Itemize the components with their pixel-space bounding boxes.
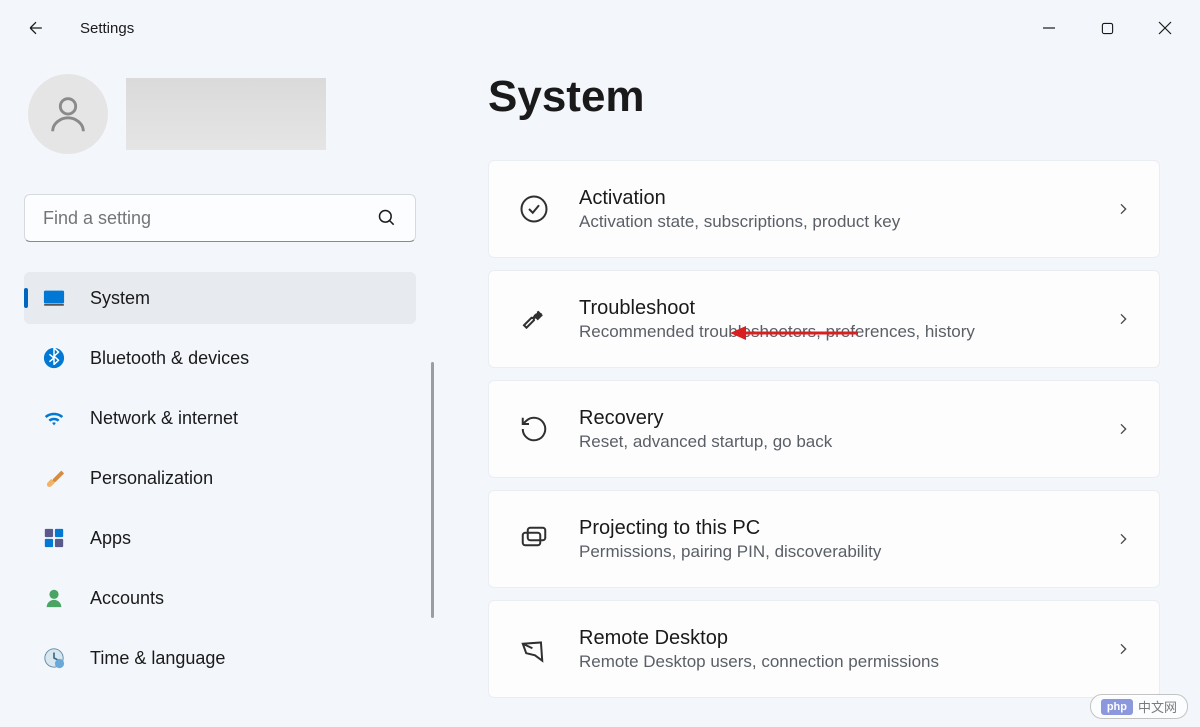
sidebar-item-system[interactable]: System (24, 272, 416, 324)
card-desc: Remote Desktop users, connection permiss… (579, 652, 1115, 672)
card-text: Projecting to this PC Permissions, pairi… (579, 517, 1115, 562)
sidebar-item-time[interactable]: Time & language (24, 632, 416, 684)
sidebar: System Bluetooth & devices Network & int… (0, 56, 440, 727)
sidebar-item-label: Accounts (90, 588, 164, 609)
maximize-icon (1101, 22, 1114, 35)
sidebar-item-bluetooth[interactable]: Bluetooth & devices (24, 332, 416, 384)
scrollbar-thumb[interactable] (431, 362, 434, 618)
troubleshoot-icon (517, 302, 551, 336)
card-remote-desktop[interactable]: Remote Desktop Remote Desktop users, con… (488, 600, 1160, 698)
card-desc: Recommended troubleshooters, preferences… (579, 322, 1115, 342)
chevron-right-icon (1115, 421, 1131, 437)
card-desc: Reset, advanced startup, go back (579, 432, 1115, 452)
system-icon (42, 286, 66, 310)
watermark-chip: php 中文网 (1090, 694, 1188, 719)
chevron-right-icon (1115, 311, 1131, 327)
sidebar-item-label: Time & language (90, 648, 225, 669)
card-troubleshoot[interactable]: Troubleshoot Recommended troubleshooters… (488, 270, 1160, 368)
minimize-button[interactable] (1022, 8, 1076, 48)
card-desc: Permissions, pairing PIN, discoverabilit… (579, 542, 1115, 562)
projecting-icon (517, 522, 551, 556)
sidebar-item-label: Apps (90, 528, 131, 549)
card-title: Remote Desktop (579, 627, 1115, 650)
accounts-icon (42, 586, 66, 610)
card-text: Troubleshoot Recommended troubleshooters… (579, 297, 1115, 342)
content: System Activation Activation state, subs… (440, 56, 1200, 727)
card-title: Projecting to this PC (579, 517, 1115, 540)
window-controls (1022, 8, 1192, 48)
search-icon (377, 208, 397, 228)
maximize-button[interactable] (1080, 8, 1134, 48)
search-box[interactable] (24, 194, 416, 242)
watermark-badge: php (1101, 699, 1133, 715)
sidebar-item-network[interactable]: Network & internet (24, 392, 416, 444)
avatar (28, 74, 108, 154)
card-text: Recovery Reset, advanced startup, go bac… (579, 407, 1115, 452)
titlebar: Settings (0, 0, 1200, 56)
card-desc: Activation state, subscriptions, product… (579, 212, 1115, 232)
page-title: System (488, 72, 1160, 122)
sidebar-item-label: Network & internet (90, 408, 238, 429)
user-section[interactable] (24, 74, 416, 154)
brush-icon (42, 466, 66, 490)
chevron-right-icon (1115, 531, 1131, 547)
card-activation[interactable]: Activation Activation state, subscriptio… (488, 160, 1160, 258)
watermark: php 中文网 (1090, 694, 1188, 719)
card-title: Activation (579, 187, 1115, 210)
card-projecting[interactable]: Projecting to this PC Permissions, pairi… (488, 490, 1160, 588)
window-title: Settings (80, 20, 134, 37)
bluetooth-icon (42, 346, 66, 370)
search-input[interactable] (43, 208, 377, 229)
card-text: Activation Activation state, subscriptio… (579, 187, 1115, 232)
card-recovery[interactable]: Recovery Reset, advanced startup, go bac… (488, 380, 1160, 478)
chevron-right-icon (1115, 641, 1131, 657)
card-title: Recovery (579, 407, 1115, 430)
sidebar-item-personalization[interactable]: Personalization (24, 452, 416, 504)
sidebar-item-accounts[interactable]: Accounts (24, 572, 416, 624)
person-icon (45, 91, 91, 137)
sidebar-item-apps[interactable]: Apps (24, 512, 416, 564)
titlebar-left: Settings (20, 12, 134, 44)
minimize-icon (1042, 21, 1056, 35)
nav-list: System Bluetooth & devices Network & int… (24, 272, 416, 684)
watermark-text: 中文网 (1138, 697, 1177, 716)
wifi-icon (42, 406, 66, 430)
activation-icon (517, 192, 551, 226)
back-button[interactable] (20, 12, 52, 44)
sidebar-item-label: System (90, 288, 150, 309)
back-arrow-icon (26, 18, 46, 38)
card-text: Remote Desktop Remote Desktop users, con… (579, 627, 1115, 672)
time-icon (42, 646, 66, 670)
sidebar-item-label: Personalization (90, 468, 213, 489)
user-name-redacted (126, 78, 326, 150)
close-icon (1158, 21, 1172, 35)
recovery-icon (517, 412, 551, 446)
apps-icon (42, 526, 66, 550)
close-button[interactable] (1138, 8, 1192, 48)
sidebar-item-label: Bluetooth & devices (90, 348, 249, 369)
card-title: Troubleshoot (579, 297, 1115, 320)
remote-icon (517, 632, 551, 666)
chevron-right-icon (1115, 201, 1131, 217)
